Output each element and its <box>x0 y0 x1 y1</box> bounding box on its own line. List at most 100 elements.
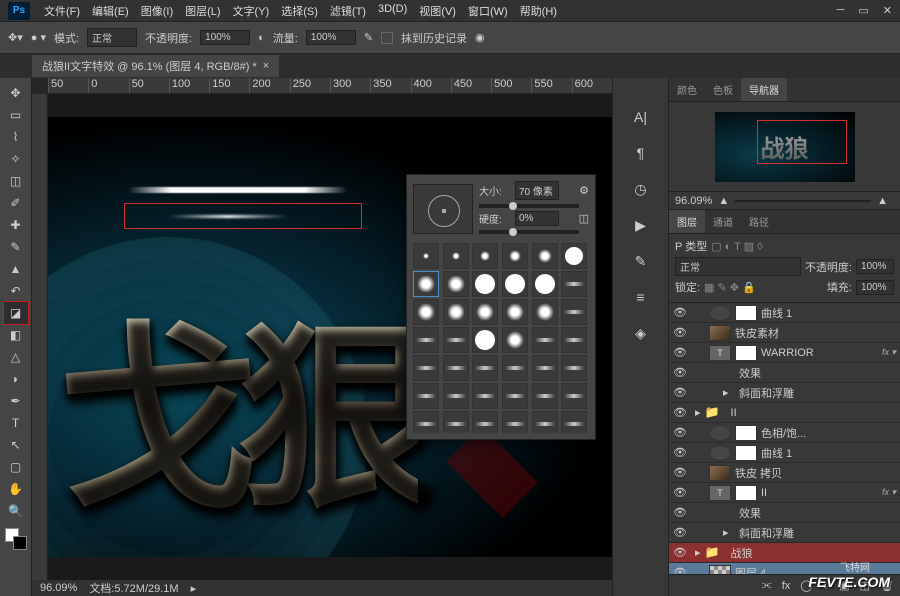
layer-row[interactable]: 👁色相/饱... <box>669 423 900 443</box>
menu-选择(S)[interactable]: 选择(S) <box>275 3 324 19</box>
layer-opacity-input[interactable]: 100% <box>856 259 894 274</box>
layer-thumbnail[interactable] <box>709 445 731 461</box>
nav-zoom-value[interactable]: 96.09% <box>675 195 712 207</box>
color-swatch[interactable] <box>5 528 27 550</box>
gear-icon[interactable]: ⚙ <box>579 184 589 197</box>
expand-icon[interactable]: ▸ <box>695 546 701 559</box>
crop-tool[interactable]: ◫ <box>4 170 28 192</box>
brush-thumb[interactable] <box>443 299 469 325</box>
layer-name[interactable]: 效果 <box>739 365 896 381</box>
brush-thumb[interactable] <box>443 411 469 433</box>
tab-paths[interactable]: 路径 <box>741 210 777 233</box>
brush-thumb[interactable] <box>532 327 558 353</box>
brush-thumb[interactable] <box>502 355 528 381</box>
menu-窗口(W)[interactable]: 窗口(W) <box>462 3 514 19</box>
char-panel-icon[interactable]: A| <box>632 108 650 126</box>
close-tab-icon[interactable]: × <box>263 60 269 72</box>
brush-thumb[interactable] <box>561 411 587 433</box>
brush-preset-icon[interactable]: ● ▾ <box>31 31 46 44</box>
hardness-input[interactable]: 0% <box>515 211 559 226</box>
visibility-icon[interactable]: 👁 <box>673 506 687 519</box>
airbrush-icon[interactable]: ✎ <box>364 31 373 44</box>
layer-name[interactable]: 图层 4 <box>735 565 896 575</box>
close-icon[interactable]: ✕ <box>883 4 892 17</box>
visibility-icon[interactable]: 👁 <box>673 466 687 479</box>
visibility-icon[interactable]: 👁 <box>673 486 687 499</box>
zoom-value[interactable]: 96.09% <box>40 582 77 594</box>
brush-thumb[interactable] <box>443 383 469 409</box>
brush-thumb[interactable] <box>472 243 498 269</box>
eyedropper-tool[interactable]: ✐ <box>4 192 28 214</box>
brush-panel-icon[interactable]: ✎ <box>632 252 650 270</box>
menu-编辑(E)[interactable]: 编辑(E) <box>86 3 135 19</box>
layer-row[interactable]: 👁铁皮素材 <box>669 323 900 343</box>
navigator-thumbnail[interactable]: 战狼 <box>715 112 855 182</box>
history-panel-icon[interactable]: ◷ <box>632 180 650 198</box>
brush-thumb[interactable] <box>413 327 439 353</box>
layer-row[interactable]: 👁曲线 1 <box>669 443 900 463</box>
brush-thumb[interactable] <box>443 243 469 269</box>
layer-thumbnail[interactable] <box>709 325 731 341</box>
layer-name[interactable]: 铁皮 拷贝 <box>735 465 896 481</box>
menu-文件(F)[interactable]: 文件(F) <box>38 3 86 19</box>
visibility-icon[interactable]: 👁 <box>673 346 687 359</box>
brush-thumb[interactable] <box>561 355 587 381</box>
layer-name[interactable]: 战狼 <box>731 545 896 561</box>
tab-channels[interactable]: 通道 <box>705 210 741 233</box>
tool-preset-icon[interactable]: ✥▾ <box>8 31 23 44</box>
fx-badge[interactable]: fx ▾ <box>882 487 896 498</box>
pressure-size-icon[interactable]: ◉ <box>475 31 485 44</box>
canvas[interactable]: 戈狠 II 大小: 70 像素 ⚙ <box>48 94 612 580</box>
brush-thumb[interactable] <box>472 271 498 297</box>
layer-name[interactable]: 斜面和浮雕 <box>739 385 896 401</box>
layer-thumbnail[interactable] <box>709 465 731 481</box>
tab-navigator[interactable]: 导航器 <box>741 78 787 101</box>
visibility-icon[interactable]: 👁 <box>673 406 687 419</box>
window-controls[interactable]: ─ ▭ ✕ <box>837 4 892 17</box>
size-input[interactable]: 70 像素 <box>515 181 559 200</box>
filter-icons[interactable]: ▢ ◐ T ▨ ◊ <box>711 240 762 253</box>
layer-name[interactable]: 铁皮素材 <box>735 325 896 341</box>
dodge-tool[interactable]: ◗ <box>4 368 28 390</box>
menu-帮助(H)[interactable]: 帮助(H) <box>514 3 563 19</box>
brush-thumb[interactable] <box>502 299 528 325</box>
brush-thumb[interactable] <box>443 271 469 297</box>
flow-input[interactable]: 100% <box>306 30 356 45</box>
visibility-icon[interactable]: 👁 <box>673 546 687 559</box>
layer-thumbnail[interactable]: T <box>709 485 731 501</box>
layer-row[interactable]: 👁 效果 <box>669 363 900 383</box>
wand-tool[interactable]: ✧ <box>4 148 28 170</box>
3d-panel-icon[interactable]: ◈ <box>632 324 650 342</box>
menu-视图(V)[interactable]: 视图(V) <box>413 3 462 19</box>
layer-thumbnail[interactable]: T <box>709 345 731 361</box>
navigator-zoom[interactable]: 96.09% ▲ ▲ <box>669 192 900 210</box>
brush-thumb[interactable] <box>413 243 439 269</box>
layer-name[interactable]: 曲线 1 <box>761 445 896 461</box>
pressure-opacity-icon[interactable]: ◐ <box>258 32 265 44</box>
type-tool[interactable]: T <box>4 412 28 434</box>
layer-name[interactable]: II <box>761 487 878 499</box>
link-icon[interactable]: ⫘ <box>762 579 772 592</box>
fx-badge[interactable]: fx ▾ <box>882 347 896 358</box>
opacity-input[interactable]: 100% <box>200 30 250 45</box>
layer-row[interactable]: 👁曲线 1 <box>669 303 900 323</box>
layer-name[interactable]: 效果 <box>739 505 896 521</box>
menu-图层(L)[interactable]: 图层(L) <box>179 3 226 19</box>
layer-row[interactable]: 👁TWARRIORfx ▾ <box>669 343 900 363</box>
expand-icon[interactable]: ▸ <box>695 406 701 419</box>
path-tool[interactable]: ↖ <box>4 434 28 456</box>
restore-icon[interactable]: ▭ <box>858 4 868 17</box>
size-slider[interactable] <box>479 204 579 208</box>
brush-thumb[interactable] <box>532 243 558 269</box>
visibility-icon[interactable]: 👁 <box>673 366 687 379</box>
preset-panel-icon[interactable]: ≡ <box>632 288 650 306</box>
layer-row[interactable]: 👁▸斜面和浮雕 <box>669 523 900 543</box>
layer-thumbnail[interactable] <box>709 565 731 575</box>
move-tool[interactable]: ✥ <box>4 82 28 104</box>
brush-angle-preview[interactable] <box>413 184 473 234</box>
fx-icon[interactable]: fx <box>782 580 791 592</box>
heal-tool[interactable]: ✚ <box>4 214 28 236</box>
document-tab[interactable]: 战狼II文字特效 @ 96.1% (图层 4, RGB/8#) * × <box>32 55 279 77</box>
menu-文字(Y)[interactable]: 文字(Y) <box>227 3 276 19</box>
brush-thumb[interactable] <box>413 411 439 433</box>
